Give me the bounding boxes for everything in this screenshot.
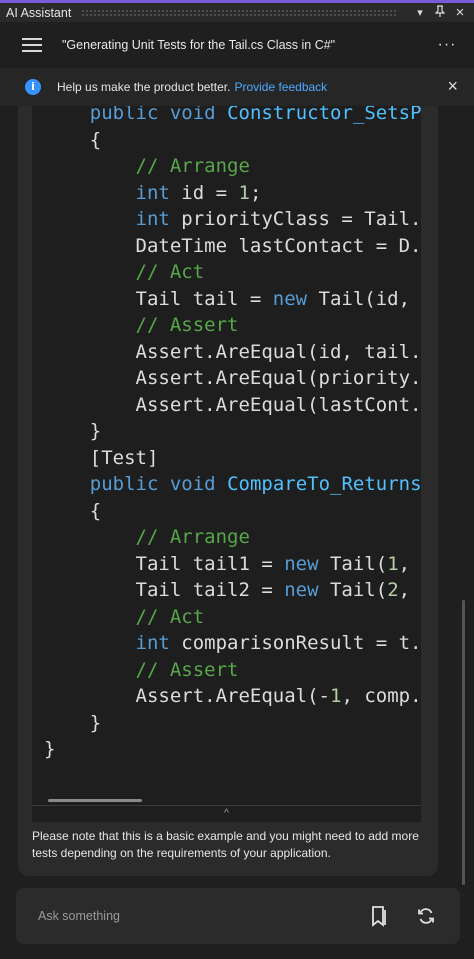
code-line: } [44, 420, 102, 442]
horizontal-scrollbar[interactable] [48, 799, 142, 802]
code-line: } [44, 711, 102, 734]
code-line: int comparisonResult = t... [135, 632, 421, 654]
feedback-banner: i Help us make the product better. Provi… [0, 68, 474, 106]
code-line: Assert.AreEqual(priority... [44, 367, 422, 389]
refresh-icon[interactable] [414, 904, 438, 928]
provide-feedback-link[interactable]: Provide feedback [234, 80, 327, 94]
code-content: public void Constructor_SetsPropertiesCo… [44, 106, 421, 763]
close-banner-icon[interactable]: × [447, 77, 458, 95]
code-line: // Assert [135, 314, 239, 336]
code-line: Tail tail = new Tail(id, ... [44, 287, 411, 310]
code-line: // Assert [135, 658, 239, 681]
code-line: Assert.AreEqual(-1, comp... [44, 685, 422, 707]
code-line: Assert.AreEqual(id, tail... [44, 340, 422, 363]
code-line: [Test] [44, 446, 159, 469]
code-line: int priorityClass = Tail... [135, 208, 421, 230]
chevron-down-icon[interactable]: ▾ [412, 6, 428, 19]
chevron-up-icon: ^ [224, 808, 229, 819]
close-icon[interactable]: × [452, 4, 468, 21]
code-line: public void CompareTo_Returns... [89, 473, 421, 495]
collapse-code-button[interactable]: ^ [32, 805, 421, 822]
code-line: public void Constructor_SetsPropertiesCo… [89, 106, 421, 124]
code-line: } [44, 738, 56, 760]
vertical-scrollbar[interactable] [462, 600, 465, 885]
chat-input-area [16, 888, 460, 944]
code-line: // Arrange [135, 526, 250, 548]
info-icon: i [25, 79, 41, 95]
assistant-note: Please note that this is a basic example… [32, 829, 419, 860]
code-line: // Act [135, 605, 205, 628]
feedback-message: Help us make the product better. [57, 80, 231, 94]
code-line: { [44, 128, 102, 151]
ask-input[interactable] [36, 908, 368, 924]
code-line: // Arrange [135, 155, 250, 177]
tool-window-titlebar: AI Assistant ▾ × [0, 0, 474, 22]
code-line: int id = 1; [135, 181, 262, 204]
code-line: Tail tail1 = new Tail(1, ... [44, 552, 411, 575]
code-line: Assert.AreEqual(lastCont... [44, 393, 422, 416]
code-line: // Act [135, 261, 205, 283]
code-line: { [44, 499, 102, 522]
code-line: Tail tail2 = new Tail(2, ... [44, 579, 411, 601]
tool-window-title: AI Assistant [6, 5, 72, 20]
code-line: DateTime lastContact = D... [44, 234, 422, 257]
code-block[interactable]: public void Constructor_SetsPropertiesCo… [32, 106, 421, 822]
pin-icon[interactable] [432, 5, 448, 20]
drag-grip[interactable] [81, 8, 398, 17]
hamburger-icon[interactable] [22, 34, 42, 56]
chat-header: "Generating Unit Tests for the Tail.cs C… [0, 22, 474, 69]
bookmark-icon[interactable] [368, 904, 392, 928]
more-options-icon[interactable]: ··· [432, 36, 462, 54]
conversation-title: "Generating Unit Tests for the Tail.cs C… [62, 38, 336, 52]
